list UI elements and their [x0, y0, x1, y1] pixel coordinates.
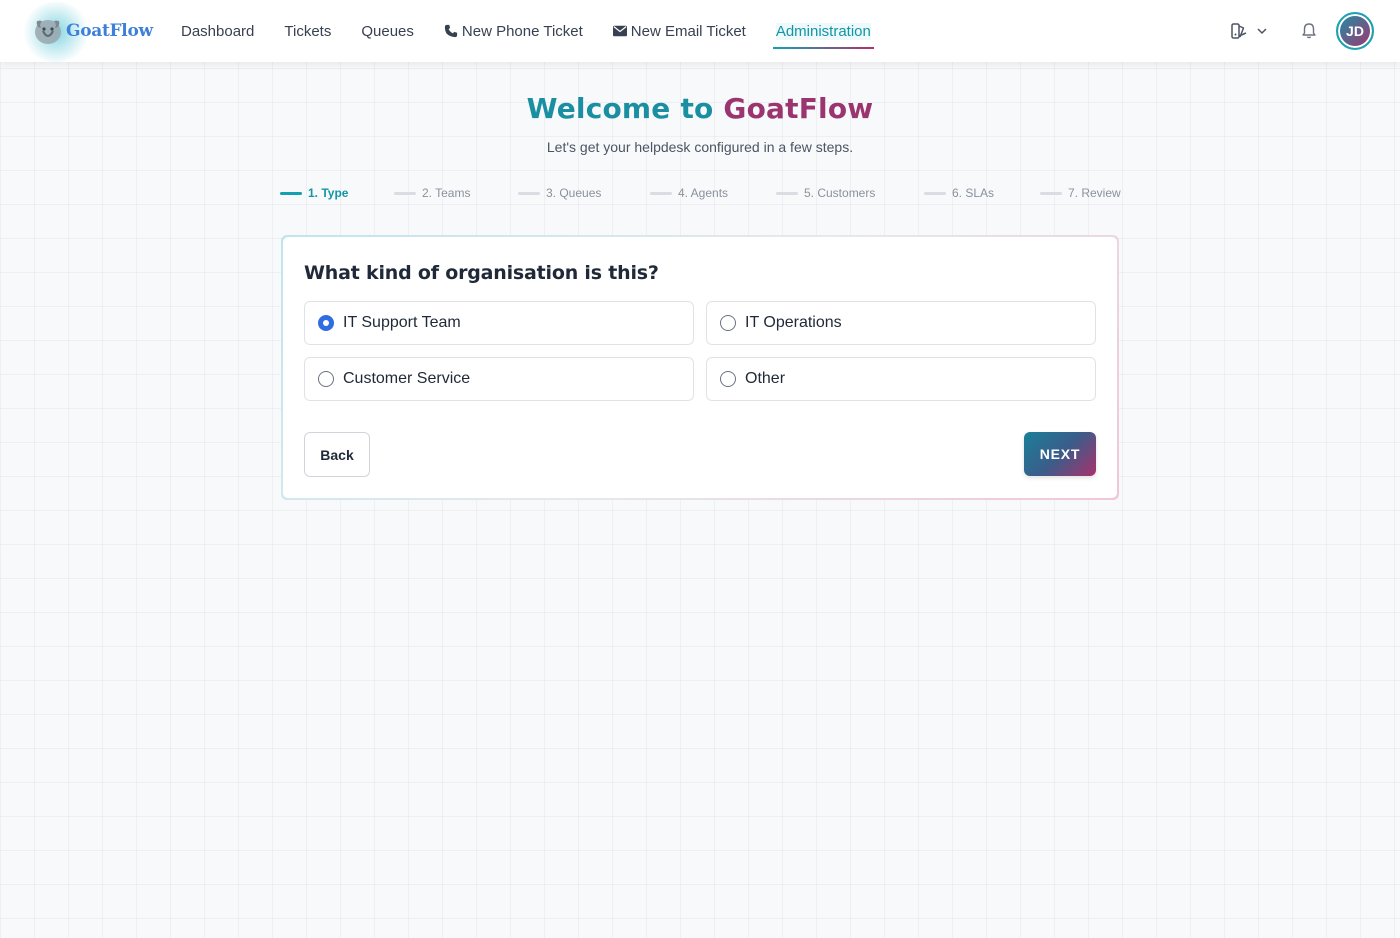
step-indicator: [518, 191, 540, 195]
step-label: 2. Teams: [422, 186, 471, 200]
step-label: 4. Agents: [678, 186, 729, 200]
step-type[interactable]: 1. Type: [280, 186, 348, 200]
page-title-part1: Welcome to: [526, 92, 714, 125]
nav-new-email-ticket[interactable]: New Email Ticket: [598, 0, 761, 62]
step-label: 1. Type: [308, 186, 349, 200]
nav-administration-label: Administration: [775, 22, 871, 40]
back-button[interactable]: Back: [304, 432, 370, 477]
top-navbar: GoatFlow Dashboard Tickets Queues New Ph…: [0, 0, 1400, 62]
nav-new-phone-ticket-label: New Phone Ticket: [461, 22, 583, 40]
avatar-initials: JD: [1346, 23, 1364, 39]
brand-name: GoatFlow: [66, 21, 153, 41]
brand-logo[interactable]: GoatFlow: [22, 2, 158, 62]
nav-new-phone-ticket[interactable]: New Phone Ticket: [429, 0, 598, 62]
step-teams[interactable]: 2. Teams: [394, 186, 470, 200]
theme-switcher[interactable]: [1230, 22, 1268, 40]
nav-dashboard-label: Dashboard: [181, 22, 255, 40]
radio-checked[interactable]: [318, 315, 334, 331]
option-it-support-team[interactable]: IT Support Team: [304, 301, 694, 345]
main-nav: Dashboard Tickets Queues New Phone Ticke…: [166, 0, 886, 62]
step-customers[interactable]: 5. Customers: [776, 186, 875, 200]
step-slas[interactable]: 6. SLAs: [924, 186, 994, 200]
next-button[interactable]: NEXT: [1024, 432, 1096, 476]
bell-icon: [1302, 23, 1316, 39]
palette-icon: [1231, 23, 1247, 39]
goat-logo-icon: [35, 20, 61, 44]
option-customer-service[interactable]: Customer Service: [304, 357, 694, 401]
step-indicator: [1040, 191, 1062, 195]
setup-card-body: What kind of organisation is this? IT Su…: [283, 237, 1117, 498]
nav-tickets[interactable]: Tickets: [269, 0, 346, 62]
nav-administration[interactable]: Administration: [761, 0, 886, 62]
step-queues[interactable]: 3. Queues: [518, 186, 601, 200]
option-label: IT Support Team: [343, 314, 461, 331]
nav-dashboard[interactable]: Dashboard: [166, 0, 269, 62]
step-label: 3. Queues: [546, 186, 602, 200]
page-subtitle: Let's get your helpdesk configured in a …: [546, 139, 854, 155]
option-label: Customer Service: [343, 370, 471, 387]
radio-unchecked[interactable]: [318, 371, 334, 387]
setup-card: What kind of organisation is this? IT Su…: [281, 235, 1119, 500]
radio-unchecked[interactable]: [720, 315, 736, 331]
step-indicator: [924, 191, 946, 195]
option-label: Other: [745, 370, 786, 387]
step-label: 5. Customers: [804, 186, 876, 200]
step-indicator: [776, 191, 798, 195]
page-title-part2: GoatFlow: [723, 92, 874, 125]
notifications-button[interactable]: [1300, 22, 1318, 40]
radio-unchecked[interactable]: [720, 371, 736, 387]
envelope-icon: [612, 25, 627, 37]
option-it-operations[interactable]: IT Operations: [706, 301, 1096, 345]
wizard-steps: 1. Type 2. Teams 3. Queues 4. Agents 5. …: [280, 186, 1121, 204]
nav-new-email-ticket-label: New Email Ticket: [630, 22, 746, 40]
form-question: What kind of organisation is this?: [304, 262, 659, 284]
page-title: Welcome to GoatFlow: [0, 92, 1400, 125]
user-avatar[interactable]: JD: [1336, 12, 1374, 50]
option-other[interactable]: Other: [706, 357, 1096, 401]
option-label: IT Operations: [745, 314, 842, 331]
phone-icon: [444, 24, 458, 38]
step-agents[interactable]: 4. Agents: [650, 186, 728, 200]
step-indicator: [280, 191, 302, 195]
header-tools: JD: [1230, 0, 1374, 62]
step-label: 7. Review: [1068, 186, 1121, 200]
step-label: 6. SLAs: [952, 186, 995, 200]
nav-tickets-label: Tickets: [284, 22, 332, 40]
step-review[interactable]: 7. Review: [1040, 186, 1121, 200]
chevron-down-icon: [1257, 28, 1267, 35]
step-indicator: [394, 191, 416, 195]
step-indicator: [650, 191, 672, 195]
nav-queues-label: Queues: [361, 22, 414, 40]
nav-queues[interactable]: Queues: [346, 0, 429, 62]
